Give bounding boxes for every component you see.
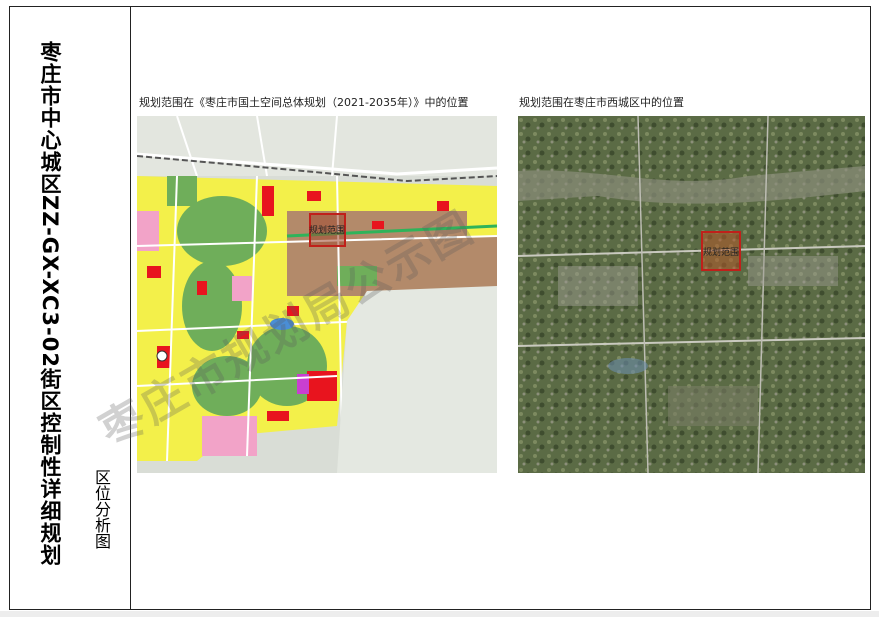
satellite-map: 规划范围 xyxy=(518,116,865,473)
land-use-plan-svg: 规划范围 xyxy=(137,116,497,473)
right-box-label: 规划范围 xyxy=(703,246,739,258)
satellite-svg: 规划范围 xyxy=(518,116,865,473)
title-column: 枣庄市中心城区ZZ-GX-XC3-02街区控制性详细规划 区位分析图 xyxy=(10,7,131,609)
left-map-caption: 规划范围在《枣庄市国土空间总体规划（2021-2035年）》中的位置 xyxy=(139,96,469,109)
left-box-label: 规划范围 xyxy=(309,224,345,236)
right-map-caption: 规划范围在枣庄市西城区中的位置 xyxy=(519,96,684,109)
land-use-plan-map: 规划范围 xyxy=(137,116,497,473)
sheet-title: 枣庄市中心城区ZZ-GX-XC3-02街区控制性详细规划 xyxy=(38,41,62,566)
sheet-subtitle: 区位分析图 xyxy=(92,469,111,549)
bottom-strip xyxy=(0,611,879,617)
